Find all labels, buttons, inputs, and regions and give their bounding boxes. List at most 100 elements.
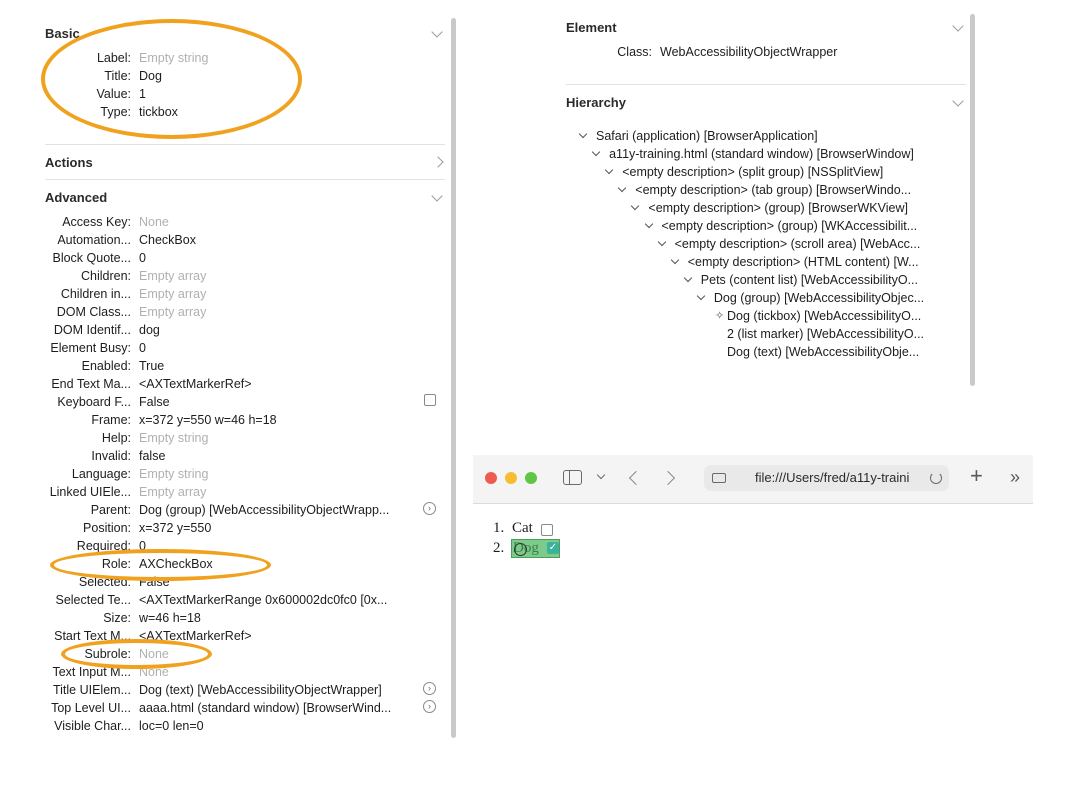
property-value: CheckBox [139, 233, 196, 247]
disclosure-chevron-icon[interactable] [683, 273, 693, 283]
chevron-down-icon[interactable] [431, 190, 443, 202]
hierarchy-item[interactable]: Pets (content list) [WebAccessibilityO..… [701, 271, 945, 289]
scrollbar[interactable] [970, 14, 975, 386]
property-key: Position: [83, 521, 131, 535]
crosshair-icon: ✧ [715, 310, 725, 322]
property-key: Selected: [78, 575, 131, 589]
property-key: DOM Class... [56, 305, 131, 319]
property-row: Children: Empty array [0, 267, 445, 285]
chevron-down-icon[interactable] [952, 95, 964, 107]
property-value: <AXTextMarkerRange 0x600002dc0fc0 [0x... [139, 593, 388, 607]
property-row: Title UIElem... Dog (text) [WebAccessibil… [0, 681, 445, 699]
disclosure-chevron-icon[interactable] [670, 255, 679, 265]
hierarchy-item[interactable]: <empty description> (tab group) [Browser… [635, 181, 945, 199]
checkbox-cat[interactable] [541, 524, 553, 536]
disclosure-chevron-icon[interactable] [696, 291, 706, 301]
property-row: DOM Identif... dog [0, 321, 445, 339]
property-row: Required: 0 [0, 537, 445, 555]
hierarchy-item[interactable]: Dog (tickbox) [WebAccessibilityO... [727, 307, 945, 325]
chevron-right-icon[interactable] [432, 156, 444, 168]
disclosure-chevron-icon[interactable] [604, 165, 614, 175]
close-button[interactable] [485, 472, 497, 484]
hierarchy-item[interactable]: a11y-training.html (standard window) [Br… [609, 145, 945, 163]
property-value: loc=0 len=0 [139, 719, 204, 733]
property-row: Selected: False [0, 573, 445, 591]
disclosure-chevron-icon[interactable] [631, 201, 640, 211]
property-row: Block Quote... 0 [0, 249, 445, 267]
property-key: Children in... [60, 287, 131, 301]
property-row: DOM Class... Empty array [0, 303, 445, 321]
property-value: False [139, 395, 170, 409]
hierarchy-item[interactable]: <empty description> (HTML content) [W... [688, 253, 945, 271]
property-value: 0 [139, 341, 146, 355]
url-text[interactable]: file:///Users/fred/a11y-traini [755, 469, 915, 487]
navigate-arrow-icon[interactable]: › [423, 700, 436, 713]
property-row: Title: Dog [0, 67, 445, 85]
disclosure-chevron-icon[interactable] [578, 129, 588, 139]
new-tab-icon[interactable]: + [970, 463, 983, 489]
disclosure-chevron-icon[interactable] [644, 219, 653, 229]
checkbox-dog[interactable]: ✓ [547, 542, 559, 554]
hierarchy-item[interactable]: Safari (application) [BrowserApplication… [596, 127, 945, 145]
property-value: Empty string [139, 467, 209, 481]
property-value: Dog (text) [WebAccessibilityObjectWrappe… [139, 683, 382, 697]
section-title-hierarchy: Hierarchy [566, 95, 626, 110]
hierarchy-item[interactable]: 2 (list marker) [WebAccessibilityO... [727, 325, 945, 343]
property-row: Automation... CheckBox [0, 231, 445, 249]
minimize-button[interactable] [505, 472, 517, 484]
property-row: Keyboard F... False [0, 393, 445, 411]
address-bar[interactable]: file:///Users/fred/a11y-traini [704, 465, 949, 491]
property-key: Title UIElem... [52, 683, 131, 697]
property-row: Element Busy: 0 [0, 339, 445, 357]
property-key: Subrole: [84, 647, 131, 661]
section-title-advanced: Advanced [45, 190, 108, 205]
property-value: x=372 y=550 [139, 521, 212, 535]
browser-toolbar: file:///Users/fred/a11y-traini + » [473, 455, 1033, 504]
property-key: Block Quote... [52, 251, 131, 265]
navigate-arrow-icon[interactable]: › [423, 502, 436, 515]
property-row: Subrole: None [0, 645, 445, 663]
property-row: Access Key: None [0, 213, 445, 231]
chevron-down-icon[interactable] [596, 470, 606, 480]
disclosure-chevron-icon[interactable] [591, 147, 601, 157]
sidebar-icon[interactable] [563, 470, 582, 485]
property-key: Size: [103, 611, 131, 625]
zoom-button[interactable] [525, 472, 537, 484]
property-value: AXCheckBox [139, 557, 213, 571]
edit-icon[interactable] [424, 394, 436, 406]
hierarchy-item[interactable]: Dog (group) [WebAccessibilityObjec... [714, 289, 945, 307]
reload-icon[interactable] [930, 472, 942, 484]
section-title-actions[interactable]: Actions [45, 155, 93, 170]
hierarchy-item[interactable]: <empty description> (split group) [NSSpl… [622, 163, 945, 181]
property-value: Empty array [139, 305, 207, 319]
navigate-arrow-icon[interactable]: › [423, 682, 436, 695]
hierarchy-item[interactable]: Dog (text) [WebAccessibilityObje... [727, 343, 945, 361]
property-key: Children: [80, 269, 131, 283]
chevron-down-icon[interactable] [952, 20, 964, 32]
property-value: Empty array [139, 485, 207, 499]
hierarchy-item[interactable]: <empty description> (scroll area) [WebAc… [675, 235, 945, 253]
property-row: Children in... Empty array [0, 285, 445, 303]
property-value: None [139, 215, 169, 229]
property-row: Linked UIEle... Empty array [0, 483, 445, 501]
property-key: DOM Identif... [53, 323, 131, 337]
section-title-element: Element [566, 20, 617, 35]
property-key: Element Busy: [50, 341, 131, 355]
property-key: Invalid: [91, 449, 131, 463]
property-value: aaaa.html (standard window) [BrowserWind… [139, 701, 392, 715]
forward-icon[interactable] [660, 470, 676, 486]
scrollbar[interactable] [451, 18, 456, 738]
divider [45, 144, 445, 145]
back-icon[interactable] [628, 470, 644, 486]
list-marker: 1. [493, 520, 505, 536]
hierarchy-item[interactable]: <empty description> (group) [WKAccessibi… [662, 217, 946, 235]
property-row: Size: w=46 h=18 [0, 609, 445, 627]
property-row: Help: Empty string [0, 429, 445, 447]
hierarchy-item[interactable]: <empty description> (group) [BrowserWKVi… [648, 199, 945, 217]
property-row: End Text Ma... <AXTextMarkerRef> [0, 375, 445, 393]
disclosure-chevron-icon[interactable] [657, 237, 666, 247]
chevron-down-icon[interactable] [431, 26, 443, 38]
property-value: Empty string [139, 431, 209, 445]
more-icon[interactable]: » [1010, 465, 1020, 489]
disclosure-chevron-icon[interactable] [618, 183, 627, 193]
